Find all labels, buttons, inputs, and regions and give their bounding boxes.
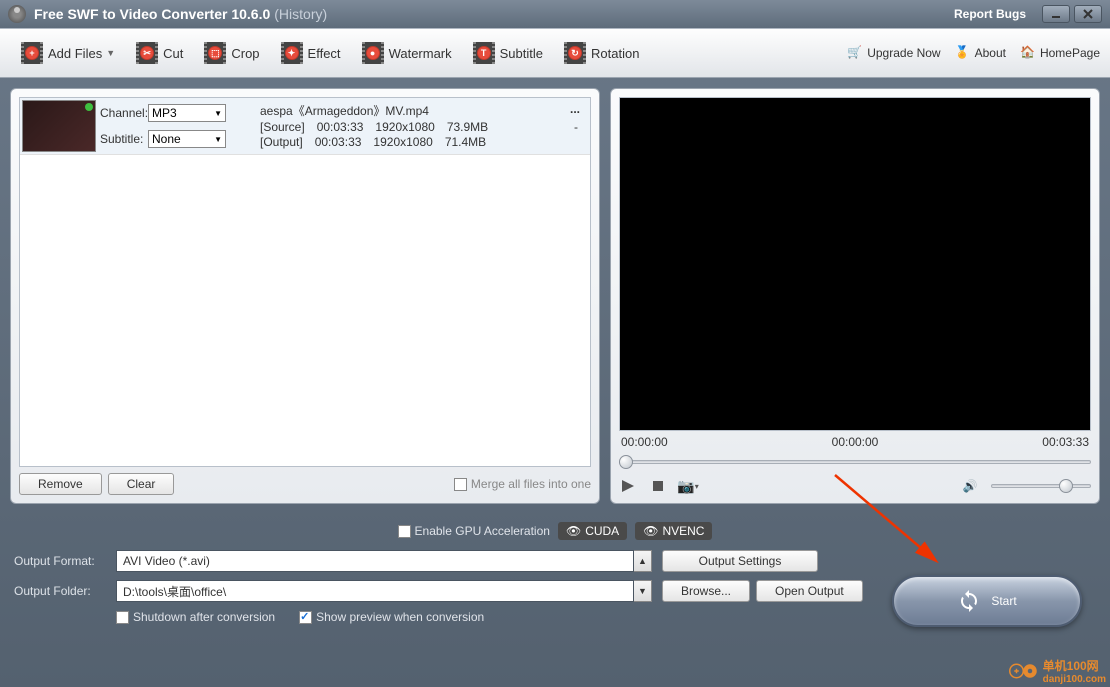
source-dash: -: [574, 120, 588, 134]
time-end: 00:03:33: [1042, 435, 1089, 449]
subtitle-select[interactable]: None▼: [148, 130, 226, 148]
homepage-link[interactable]: 🏠HomePage: [1020, 45, 1100, 61]
preview-panel: 00:00:00 00:00:00 00:03:33 📷▾ 🔊: [610, 88, 1100, 504]
source-duration: 00:03:33: [317, 120, 364, 134]
stop-button[interactable]: [649, 477, 667, 495]
format-dropdown-button[interactable]: ▲: [634, 550, 652, 572]
nvenc-badge: 👁NVENC: [635, 522, 712, 540]
report-bugs-link[interactable]: Report Bugs: [954, 7, 1026, 21]
shutdown-checkbox[interactable]: Shutdown after conversion: [116, 610, 275, 624]
output-folder-field[interactable]: D:\tools\桌面\office\: [116, 580, 634, 602]
chevron-down-icon: ▼: [214, 109, 222, 118]
minimize-button[interactable]: [1042, 5, 1070, 23]
upgrade-icon: 🛒: [847, 45, 863, 61]
subtitle-label: Subtitle:: [100, 132, 148, 146]
time-start: 00:00:00: [621, 435, 668, 449]
clear-button[interactable]: Clear: [108, 473, 175, 495]
output-label: [Output]: [260, 135, 303, 149]
refresh-icon: [957, 589, 981, 613]
output-format-field[interactable]: AVI Video (*.avi): [116, 550, 634, 572]
app-logo-icon: [8, 5, 26, 23]
play-button[interactable]: [619, 477, 637, 495]
rotation-button[interactable]: ↻ Rotation: [553, 37, 649, 69]
open-output-button[interactable]: Open Output: [756, 580, 863, 602]
output-size: 71.4MB: [445, 135, 486, 149]
volume-icon[interactable]: 🔊: [961, 477, 979, 495]
browse-button[interactable]: Browse...: [662, 580, 750, 602]
source-label: [Source]: [260, 120, 305, 134]
about-link[interactable]: 🏅About: [955, 45, 1006, 61]
dropdown-icon: ▼: [106, 48, 115, 58]
remove-button[interactable]: Remove: [19, 473, 102, 495]
volume-slider[interactable]: [991, 479, 1091, 493]
title-bar: Free SWF to Video Converter 10.6.0 (Hist…: [0, 0, 1110, 28]
file-more-button[interactable]: ...: [562, 102, 588, 119]
output-folder-label: Output Folder:: [14, 584, 106, 598]
subtitle-button[interactable]: T Subtitle: [462, 37, 553, 69]
file-list: Channel: MP3▼ Subtitle: None▼ aespa《Arma…: [19, 97, 591, 467]
close-button[interactable]: [1074, 5, 1102, 23]
output-duration: 00:03:33: [315, 135, 362, 149]
site-watermark: 单机100网danji100.com: [1009, 657, 1106, 685]
watermark-button[interactable]: ● Watermark: [351, 37, 462, 69]
file-list-panel: Channel: MP3▼ Subtitle: None▼ aespa《Arma…: [10, 88, 600, 504]
folder-dropdown-button[interactable]: ▼: [634, 580, 652, 602]
output-format-label: Output Format:: [14, 554, 106, 568]
channel-label: Channel:: [100, 106, 148, 120]
crop-button[interactable]: ⬚ Crop: [193, 37, 269, 69]
channel-select[interactable]: MP3▼: [148, 104, 226, 122]
app-title-history[interactable]: (History): [274, 6, 327, 22]
chevron-down-icon: ▼: [214, 135, 222, 144]
video-preview: [619, 97, 1091, 431]
source-resolution: 1920x1080: [375, 120, 434, 134]
seek-slider[interactable]: [619, 455, 1091, 469]
merge-checkbox[interactable]: Merge all files into one: [454, 477, 591, 491]
cuda-badge: 👁CUDA: [558, 522, 627, 540]
file-name: aespa《Armageddon》MV.mp4: [260, 102, 550, 119]
main-toolbar: + Add Files▼ ✂ Cut ⬚ Crop ✦ Effect ● Wat…: [0, 28, 1110, 78]
app-title: Free SWF to Video Converter 10.6.0: [34, 6, 270, 22]
add-files-button[interactable]: + Add Files▼: [10, 37, 125, 69]
start-button[interactable]: Start: [892, 575, 1082, 627]
output-resolution: 1920x1080: [373, 135, 432, 149]
time-current: 00:00:00: [832, 435, 879, 449]
show-preview-checkbox[interactable]: Show preview when conversion: [299, 610, 484, 624]
snapshot-button[interactable]: 📷▾: [679, 477, 697, 495]
file-thumbnail: [22, 100, 96, 152]
source-size: 73.9MB: [447, 120, 488, 134]
gpu-checkbox[interactable]: Enable GPU Acceleration: [398, 524, 550, 538]
upgrade-link[interactable]: 🛒Upgrade Now: [847, 45, 940, 61]
about-icon: 🏅: [955, 45, 971, 61]
file-row[interactable]: Channel: MP3▼ Subtitle: None▼ aespa《Arma…: [20, 98, 590, 155]
output-settings-button[interactable]: Output Settings: [662, 550, 818, 572]
home-icon: 🏠: [1020, 45, 1036, 61]
cut-button[interactable]: ✂ Cut: [125, 37, 193, 69]
effect-button[interactable]: ✦ Effect: [270, 37, 351, 69]
